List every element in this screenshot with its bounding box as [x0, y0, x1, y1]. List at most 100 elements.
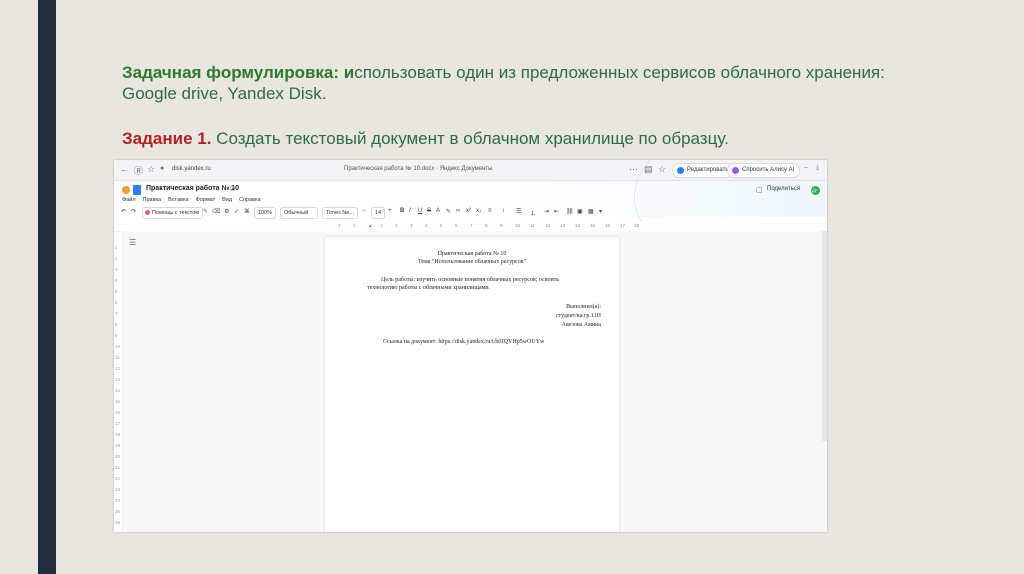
back-icon[interactable]: ← [120, 164, 129, 174]
superscript-icon[interactable]: x² [466, 208, 471, 214]
ruler-tick: 9 [500, 223, 503, 228]
bookmark-icon[interactable]: ☆ [147, 164, 155, 175]
share-button[interactable]: Поделиться [767, 186, 800, 192]
insert-link-icon[interactable]: ⛓ [566, 208, 574, 215]
left-ruler-tick: 11 [115, 355, 120, 360]
left-ruler-tick: 9 [115, 333, 118, 338]
ruler-tick: 18 [634, 223, 640, 228]
doc-title-line: Практическая работа № 10 [437, 251, 507, 257]
doc-title[interactable]: Практическая работа № 10 [146, 185, 239, 192]
task-label: Задание 1. [122, 129, 212, 148]
left-ruler-tick: 24 [115, 498, 121, 503]
doc-performed-line: Выполнил(а): [566, 304, 601, 310]
menu-insert[interactable]: Вставка [168, 197, 188, 203]
left-ruler-tick: 5 [115, 289, 118, 294]
menu-view[interactable]: Вид [222, 197, 232, 203]
line-spacing-icon[interactable]: ↕ [502, 208, 505, 214]
left-ruler-tick: 20 [115, 454, 121, 459]
menu-format[interactable]: Формат [196, 197, 216, 203]
left-ruler-tick: 22 [115, 476, 121, 481]
image-icon[interactable]: ▣ [577, 208, 583, 215]
more-icon[interactable]: ▾ [599, 208, 602, 215]
ruler-tick: 7 [470, 223, 473, 228]
indent-marker-icon[interactable]: ▲ [368, 223, 372, 228]
indent-icon[interactable]: ⇥ [544, 208, 549, 215]
table-icon[interactable]: ▦ [588, 208, 594, 215]
undo-icon[interactable]: ↶ [121, 208, 126, 215]
ruler-tick: 14 [575, 223, 581, 228]
font-size-field[interactable]: 14 [371, 207, 386, 219]
ruler-tick: 11 [530, 223, 535, 228]
doc-goal-line2: технологию работы с облачными хранилищам… [367, 285, 491, 291]
bullet-list-icon[interactable]: ☰ [516, 208, 521, 215]
task-text: Создать текстовый документ в облачном хр… [211, 129, 729, 148]
left-ruler-tick: 7 [115, 311, 118, 316]
left-ruler-tick: 3 [115, 267, 118, 272]
left-ruler-tick: 21 [115, 465, 121, 470]
doc-student-line: студент/ка гр.11Н [555, 313, 601, 319]
doc-theme-line: Тема "Использование облачных ресурсов" [417, 259, 527, 265]
paint-format-icon[interactable]: ✎ [203, 208, 208, 215]
subscript-icon[interactable]: x₂ [476, 208, 481, 214]
menu-bar: Файл Правка Вставка Формат Вид Справка [122, 197, 268, 203]
translate-icon[interactable]: ⋯ [629, 164, 638, 175]
ruler-tick: 15 [590, 223, 596, 228]
font-select[interactable]: Times Ne... [322, 207, 358, 219]
menu-file[interactable]: Файл [122, 197, 136, 203]
vertical-scrollbar[interactable] [822, 231, 827, 441]
ruler-tick: 13 [560, 223, 566, 228]
highlight-icon[interactable]: ✎ [446, 208, 451, 215]
increase-size-icon[interactable]: + [388, 208, 392, 214]
outdent-icon[interactable]: ⇤ [554, 208, 559, 215]
redo-icon[interactable]: ↷ [131, 208, 136, 215]
slide-heading: Задачная формулировка: использовать один… [122, 62, 922, 104]
ruler-tick: 16 [605, 223, 611, 228]
link-icon[interactable]: ∞ [456, 208, 460, 214]
outline-icon[interactable]: ☰ [129, 238, 136, 247]
format-toolbar: ↶ ↷ Помощь с текстом ✎ ⌫ ⚙ ✓ ⌘ 100% Обыч… [114, 207, 827, 226]
ruler-tick: 4 [425, 223, 428, 228]
style-select[interactable]: Обычный ... [280, 207, 318, 226]
slide-task: Задание 1. Создать текстовый документ в … [122, 128, 922, 149]
avatar[interactable]: ДР [811, 186, 820, 195]
docs-icon [133, 185, 141, 195]
bold-icon[interactable]: B [400, 208, 404, 214]
menu-help[interactable]: Справка [239, 197, 261, 203]
url-field[interactable]: disk.yandex.ru [172, 166, 211, 172]
left-ruler-tick: 1 [115, 245, 118, 250]
left-ruler-tick: 18 [115, 432, 121, 437]
spellcheck-icon[interactable]: ✓ [234, 208, 239, 215]
strike-icon[interactable]: S [427, 208, 431, 214]
underline-icon[interactable]: U [418, 208, 422, 214]
left-ruler-tick: 14 [115, 388, 121, 393]
align-icon[interactable]: ≡ [488, 208, 492, 214]
left-ruler-tick: 4 [115, 278, 118, 283]
numbered-list-icon[interactable]: ⒈ [530, 208, 536, 217]
text-help-button[interactable]: Помощь с текстом [142, 207, 204, 219]
yandex-logo-icon[interactable] [122, 186, 130, 194]
format-paint-icon[interactable]: ⌘ [244, 208, 250, 215]
doc-goal-line1: Цель работы: изучить основные понятия об… [381, 277, 560, 283]
menu-edit[interactable]: Правка [143, 197, 162, 203]
clear-format-icon[interactable]: ⌫ [212, 208, 220, 215]
document-page[interactable]: Практическая работа № 10 Тема "Использов… [325, 237, 619, 532]
comment-icon[interactable]: ▢ [756, 186, 763, 194]
zoom-select[interactable]: 100% [254, 207, 277, 219]
ruler-tick: 3 [410, 223, 413, 228]
doc-name-line: Авезова Амина [561, 322, 601, 328]
yandex-icon[interactable]: Ⓡ [134, 164, 143, 177]
left-ruler-tick: 16 [115, 410, 121, 415]
ruler-tick: 5 [440, 223, 443, 228]
decrease-size-icon[interactable]: − [362, 208, 366, 214]
italic-icon[interactable]: I [409, 208, 411, 214]
print-icon[interactable]: ⚙ [224, 208, 229, 215]
text-color-icon[interactable]: A [436, 208, 440, 214]
left-ruler-tick: 23 [115, 487, 121, 492]
left-ruler-tick: 19 [115, 443, 121, 448]
doc-link-line: Ссылка на документ: https://disk.yandex.… [383, 339, 545, 345]
left-ruler: 1 2 3 4 5 6 7 8 9 10 11 12 13 14 15 16 1… [114, 231, 123, 532]
slide-side-bar [38, 0, 56, 574]
editor-screenshot: ← Ⓡ ☆ ● disk.yandex.ru Практическая рабо… [114, 160, 827, 532]
left-ruler-tick: 17 [115, 421, 121, 426]
ruler-tick: 6 [455, 223, 458, 228]
